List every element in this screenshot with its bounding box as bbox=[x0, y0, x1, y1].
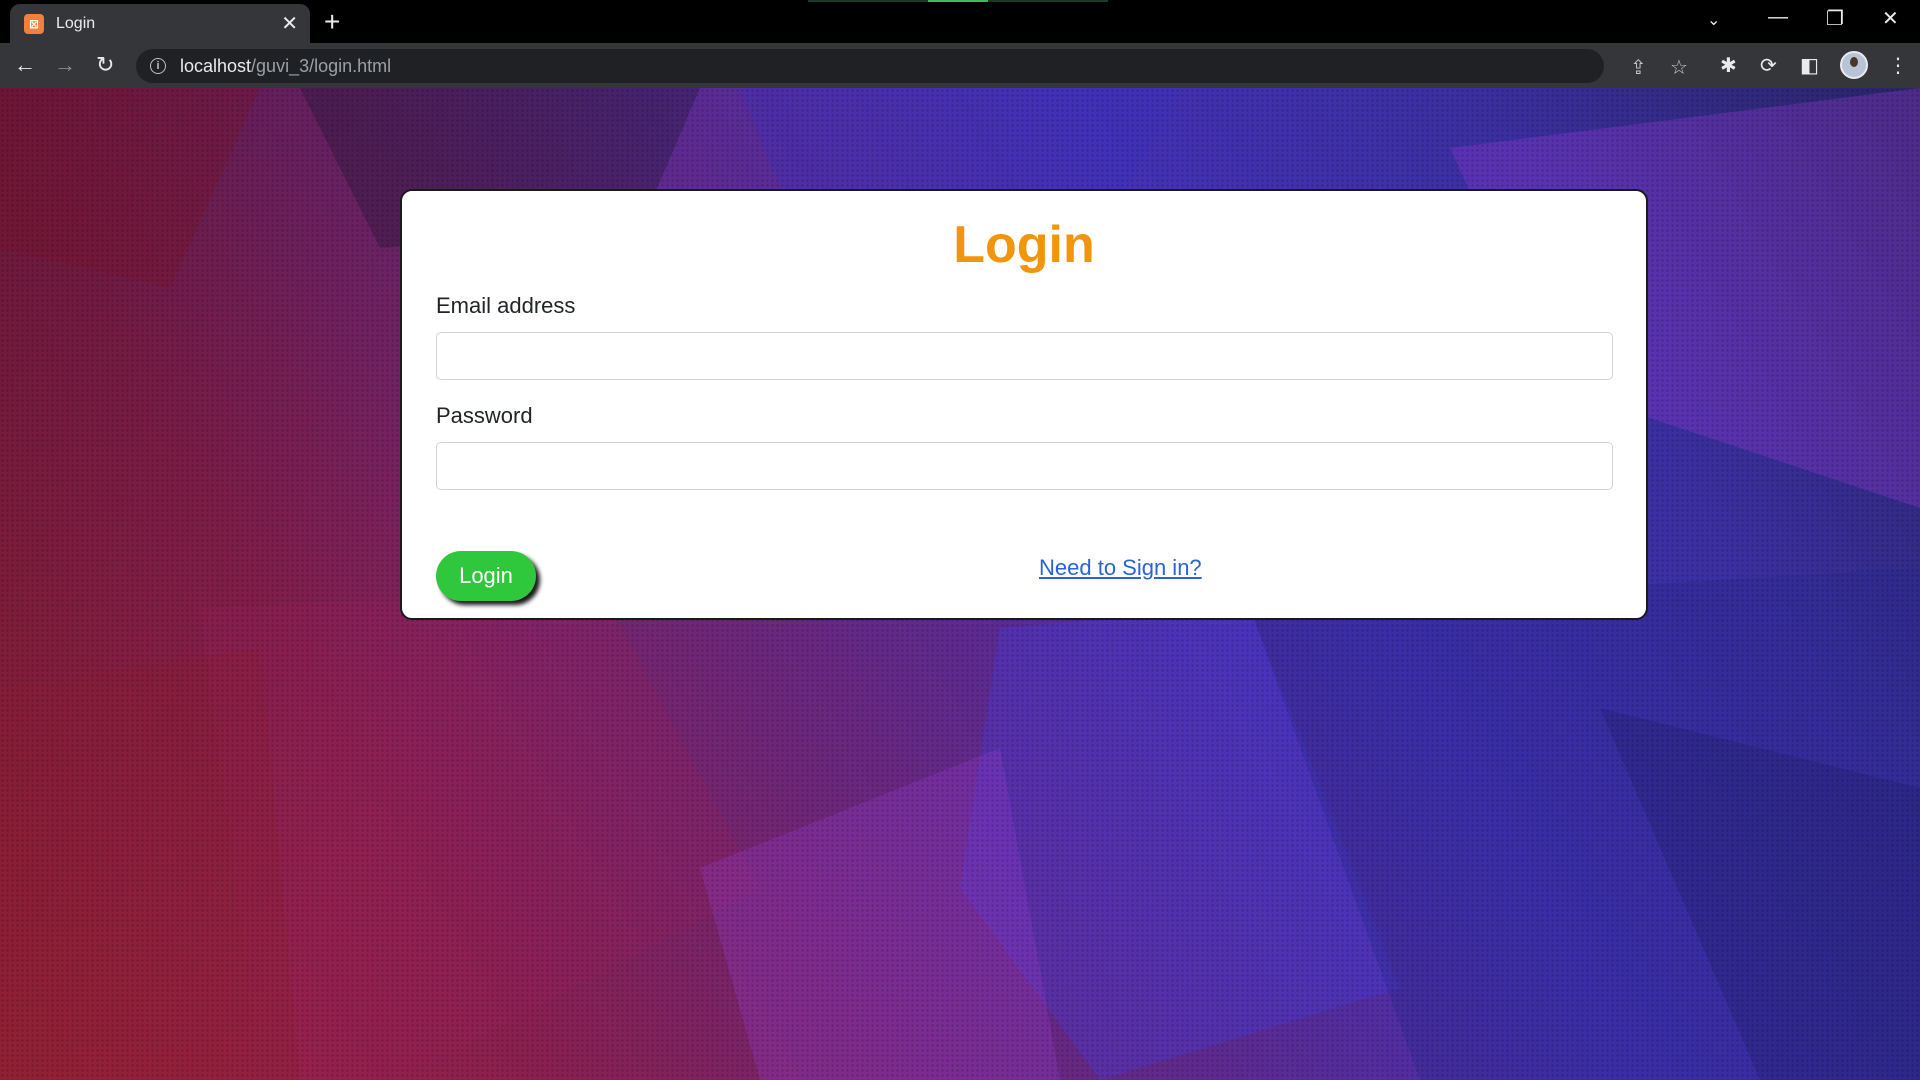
tab-title: Login bbox=[56, 14, 96, 32]
restore-icon[interactable]: ❐ bbox=[1826, 6, 1844, 31]
browser-tab[interactable]: ⊠ Login ✕ bbox=[10, 4, 310, 43]
avatar[interactable] bbox=[1840, 51, 1868, 79]
close-icon[interactable]: ✕ bbox=[281, 14, 298, 34]
new-tab-icon[interactable]: + bbox=[324, 8, 340, 36]
password-label: Password bbox=[436, 403, 533, 428]
page-background: Login Email address Password Login Need … bbox=[0, 88, 1920, 1080]
star-icon[interactable]: ☆ bbox=[1670, 55, 1688, 80]
back-icon[interactable]: ← bbox=[14, 51, 36, 79]
close-window-icon[interactable]: ✕ bbox=[1882, 6, 1899, 31]
refresh-extension-icon[interactable]: ⟳ bbox=[1760, 53, 1777, 78]
browser-tab-bar: ⊠ Login ✕ + ⌄ — ❐ ✕ bbox=[0, 0, 1920, 43]
url-text: localhost/guvi_3/login.html bbox=[180, 55, 392, 76]
sign-in-link[interactable]: Need to Sign in? bbox=[1039, 555, 1202, 581]
reload-icon[interactable]: ↻ bbox=[96, 51, 114, 79]
xampp-icon: ⊠ bbox=[24, 13, 44, 34]
forward-icon[interactable]: → bbox=[54, 51, 76, 79]
share-icon[interactable]: ⇪ bbox=[1630, 55, 1647, 80]
address-bar[interactable]: i localhost/guvi_3/login.html ⇪ ☆ bbox=[136, 49, 1688, 83]
sidebar-icon[interactable]: ◧ bbox=[1800, 53, 1819, 78]
menu-icon[interactable]: ⋮ bbox=[1888, 53, 1908, 78]
tab-search-icon[interactable]: ⌄ bbox=[1707, 10, 1720, 30]
email-label: Email address bbox=[436, 293, 576, 318]
email-field[interactable] bbox=[436, 332, 1613, 380]
extensions-icon[interactable]: ✱ bbox=[1720, 53, 1737, 78]
login-button[interactable]: Login bbox=[436, 551, 536, 601]
page-title: Login bbox=[953, 216, 1095, 274]
password-field[interactable] bbox=[436, 442, 1613, 490]
minimize-icon[interactable]: — bbox=[1768, 6, 1788, 29]
loading-indicator bbox=[808, 0, 1108, 2]
login-card: Login Email address Password Login Need … bbox=[400, 189, 1648, 620]
info-icon[interactable]: i bbox=[150, 58, 166, 74]
browser-toolbar: ← → ↻ i localhost/guvi_3/login.html ⇪ ☆ … bbox=[0, 43, 1920, 88]
